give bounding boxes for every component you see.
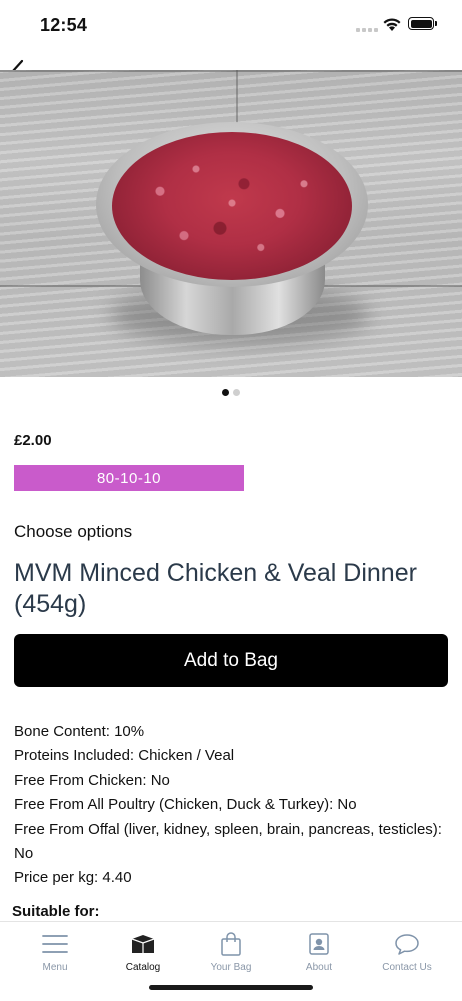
product-image[interactable]: [0, 70, 462, 377]
choose-options-label: Choose options: [14, 522, 133, 541]
tab-contact-us-label: Contact Us: [382, 962, 432, 973]
meat-texture: [112, 132, 352, 280]
detail-bone-content: Bone Content: 10%: [14, 723, 145, 740]
image-pager[interactable]: [0, 389, 462, 396]
tab-catalog-label: Catalog: [125, 962, 161, 973]
pager-dot[interactable]: [233, 389, 240, 396]
detail-free-from-poultry: Free From All Poultry (Chicken, Duck & T…: [14, 796, 357, 814]
detail-price-per-kg: Price per kg: 4.40: [14, 869, 132, 887]
detail-free-from-offal: Free From Offal (liver, kidney, spleen, …: [14, 820, 442, 863]
catalog-box-icon: [129, 930, 157, 958]
pager-dot-active[interactable]: [222, 389, 229, 396]
tab-menu[interactable]: Menu: [15, 930, 95, 973]
tab-your-bag[interactable]: Your Bag: [191, 930, 271, 973]
status-bar: 12:54: [0, 0, 462, 50]
status-time: 12:54: [40, 15, 88, 35]
chat-bubble-icon: [393, 930, 421, 958]
shopping-bag-icon: [217, 930, 245, 958]
home-indicator[interactable]: [149, 985, 313, 990]
menu-icon: [41, 930, 69, 958]
tab-contact-us[interactable]: Contact Us: [367, 930, 447, 973]
detail-proteins: Proteins Included: Chicken / Veal: [14, 747, 235, 765]
product-price: £2.00: [14, 432, 52, 449]
wifi-icon: [383, 18, 401, 31]
product-title: MVM Minced Chicken & Veal Dinner (454g): [14, 559, 417, 618]
tab-about-label: About: [305, 962, 333, 973]
about-badge-icon: [305, 930, 333, 958]
wood-plank-edge: [0, 70, 462, 72]
tab-catalog[interactable]: Catalog: [103, 930, 183, 973]
ratio-badge: 80-10-10: [14, 465, 244, 491]
tab-menu-label: Menu: [42, 962, 68, 973]
product-details: Bone Content: 10% Proteins Included: Chi…: [14, 720, 444, 891]
add-to-bag-button[interactable]: Add to Bag: [14, 634, 448, 687]
suitable-for-heading: Suitable for:: [12, 903, 100, 920]
tab-your-bag-label: Your Bag: [210, 962, 252, 973]
cellular-signal-icon: [356, 26, 378, 32]
detail-free-from-chicken: Free From Chicken: No: [14, 771, 170, 789]
battery-icon: [408, 17, 437, 30]
tab-about[interactable]: About: [279, 930, 359, 973]
